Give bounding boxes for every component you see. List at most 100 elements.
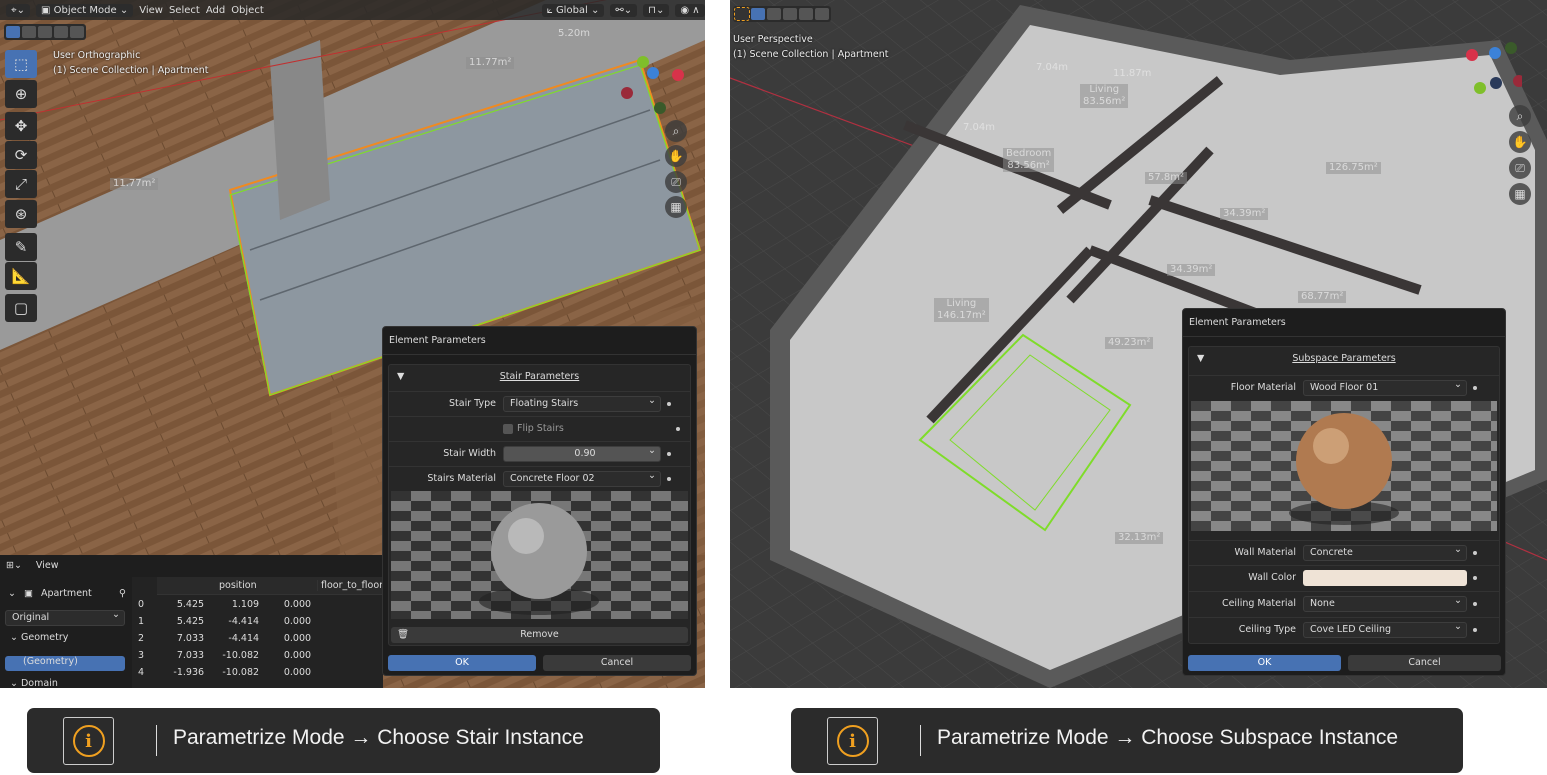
keyframe-dot[interactable] [676,426,680,431]
domain-header[interactable]: ⌄ Domain [10,678,58,688]
spreadsheet-table: position floor_to_floor_ 0 5.425 1.109 0.00… [132,577,447,688]
dialog-title: Element Parameters [383,327,696,355]
evaluation-dropdown[interactable]: Original [5,608,125,626]
expand-icon[interactable]: ⌄ [8,588,16,599]
stair-type-row: Stair Type Floating Stairs [389,391,690,415]
floor-material-dropdown[interactable]: Wood Floor 01 [1303,378,1467,396]
add-cube-tool-icon[interactable]: ▢ [5,294,37,322]
table-row: 2 7.033 -4.414 0.000 [138,633,312,644]
keyframe-dot[interactable] [1473,575,1477,580]
info-icon: i [827,717,878,765]
selection-mode-group[interactable] [733,6,831,22]
menu-add[interactable]: Add [206,5,225,16]
divider [156,725,157,756]
menu-view[interactable]: View [139,5,163,16]
editor-type-icon[interactable]: ⊞⌄ [6,560,22,571]
table-row: 0 5.425 1.109 0.000 [138,599,312,610]
right-blender-window: User Perspective (1) Scene Collection | … [730,0,1547,688]
view-name: User Orthographic [53,50,141,61]
object-name: Apartment [40,588,92,599]
rotate-tool-icon[interactable]: ⟳ [5,141,37,169]
geometry-header[interactable]: ⌄ Geometry [10,632,68,643]
ok-button[interactable]: OK [388,655,536,671]
measure-tool-icon[interactable]: 📐 [5,262,37,290]
stair-type-dropdown[interactable]: Floating Stairs [503,394,661,412]
move-tool-icon[interactable]: ✥ [5,112,37,140]
proportional-edit-icon[interactable]: ◉ ∧ [675,3,705,17]
ceiling-material-dropdown[interactable]: None [1303,594,1467,612]
table-row: 4 -1.936 -10.082 0.000 [138,667,312,678]
table-row: 1 5.425 -4.414 0.000 [138,616,312,627]
transform-tool-icon[interactable]: ⊛ [5,200,37,228]
keyframe-dot[interactable] [667,476,671,481]
keyframe-dot[interactable] [1473,601,1477,606]
element-parameters-dialog: Element Parameters ▼ Subspace Parameters… [1182,308,1506,676]
keyframe-dot[interactable] [667,451,671,456]
mode-dropdown[interactable]: ▣ Object Mode ⌄ [36,3,134,17]
flip-stairs-checkbox[interactable] [503,423,513,434]
wall-material-dropdown[interactable]: Concrete [1303,543,1467,561]
camera-icon[interactable]: ⎚ [1509,157,1531,179]
zoom-icon[interactable]: ⌕ [1509,105,1531,127]
flip-stairs-label: Flip Stairs [517,423,564,434]
area-label: 68.77m² [1298,291,1347,303]
menu-object[interactable]: Object [231,5,264,16]
wall-color-label: Wall Color [1248,572,1296,583]
select-tool-icon[interactable]: ⬚ [5,50,37,78]
keyframe-dot[interactable] [1473,550,1477,555]
grid-view-icon[interactable]: ▦ [665,196,687,218]
navigation-gizmo[interactable] [615,55,690,115]
pan-hand-icon[interactable]: ✋ [1509,131,1531,153]
dimension-label: 5.20m [558,28,591,39]
stair-parameters-section: ▼ Stair Parameters Stair Type Floating St… [388,364,691,646]
ceiling-type-row: Ceiling Type Cove LED Ceiling [1189,617,1499,641]
annotate-tool-icon[interactable]: ✎ [5,233,37,261]
pin-icon[interactable]: ⚲ [119,588,126,599]
navigation-gizmo[interactable] [1462,38,1522,98]
scale-tool-icon[interactable]: ⤢ [5,170,37,198]
keyframe-dot[interactable] [667,401,671,406]
zoom-icon[interactable]: ⌕ [665,120,687,142]
ceiling-material-row: Ceiling Material None [1189,591,1499,615]
camera-icon[interactable]: ⎚ [665,171,687,193]
remove-button[interactable]: 🗑 Remove [391,627,688,643]
area-label: 34.39m² [1167,264,1216,276]
column-header[interactable]: floor_to_floor_ [317,580,388,591]
keyframe-dot[interactable] [1473,385,1477,390]
menu-select[interactable]: Select [169,5,200,16]
keyframe-dot[interactable] [1473,627,1477,632]
ok-button[interactable]: OK [1188,655,1341,671]
table-row: 3 7.033 -10.082 0.000 [138,650,312,661]
stairs-material-dropdown[interactable]: Concrete Floor 02 [503,469,661,487]
room-label-living: Living 146.17m² [934,298,989,322]
pivot-icon[interactable]: ⚯⌄ [610,3,638,17]
domain-label: Domain [20,678,58,688]
wall-color-row: Wall Color [1189,565,1499,589]
area-label: 57.8m² [1145,172,1188,184]
selection-mode-group[interactable] [4,24,86,40]
ceiling-type-dropdown[interactable]: Cove LED Ceiling [1303,620,1467,638]
menu-view[interactable]: View [36,560,59,571]
cancel-button[interactable]: Cancel [543,655,691,671]
remove-label: Remove [520,629,559,640]
stairs-material-row: Stairs Material Concrete Floor 02 [389,466,690,490]
geometry-item[interactable]: (Geometry) [5,656,125,671]
orientation-dropdown[interactable]: ⟀ Global ⌄ [541,3,605,17]
stairs-material-label: Stairs Material [427,473,496,484]
floor-material-label: Floor Material [1230,382,1296,393]
cancel-button[interactable]: Cancel [1348,655,1501,671]
dimension-label: 7.04m [1036,62,1069,73]
editor-type-button[interactable]: ⌖⌄ [6,3,31,17]
cursor-tool-icon[interactable]: ⊕ [5,80,37,108]
column-header[interactable]: position [219,580,257,591]
snap-icon[interactable]: ⊓⌄ [643,3,670,17]
grid-view-icon[interactable]: ▦ [1509,183,1531,205]
pan-hand-icon[interactable]: ✋ [665,145,687,167]
stair-width-label: Stair Width [443,448,496,459]
wall-color-swatch[interactable] [1303,569,1467,586]
stair-width-field[interactable]: 0.90 [503,444,661,462]
area-label: 34.39m² [1220,208,1269,220]
left-blender-window: ⌖⌄ ▣ Object Mode ⌄ View Select Add Objec… [0,0,705,688]
caption-text: Parametrize Mode → Choose Stair Instance [173,726,584,749]
wall-material-row: Wall Material Concrete [1189,540,1499,564]
